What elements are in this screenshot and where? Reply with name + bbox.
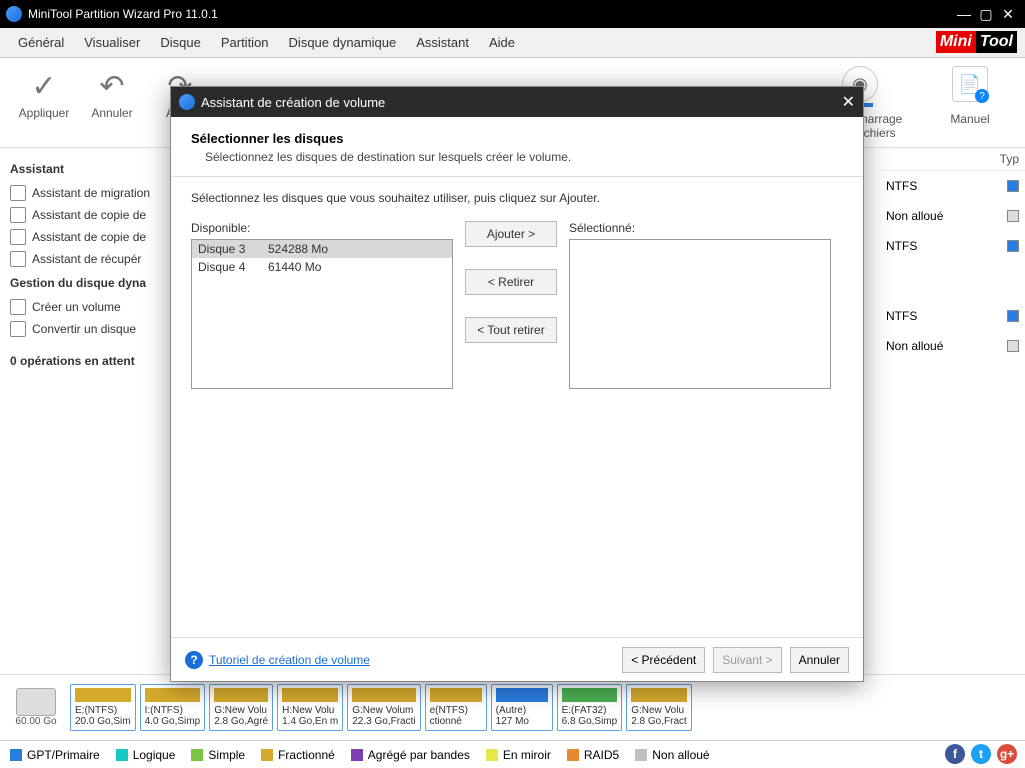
fs-label: Non alloué bbox=[886, 339, 943, 353]
color-swatch-icon bbox=[1007, 240, 1019, 252]
color-swatch-icon bbox=[1007, 340, 1019, 352]
disk-segment[interactable]: G:New Volu2.8 Go,Fract bbox=[626, 684, 692, 731]
menu-assistant[interactable]: Assistant bbox=[406, 31, 479, 54]
table-row[interactable]: NTFS bbox=[880, 301, 1025, 331]
partition-table-fragment: Typ NTFS Non alloué NTFS NTFS Non alloué bbox=[880, 148, 1025, 674]
dialog-icon bbox=[179, 94, 195, 110]
legend: GPT/Primaire Logique Simple Fractionné Agrég… bbox=[0, 740, 1025, 768]
maximize-button[interactable]: ▢ bbox=[975, 6, 997, 23]
question-icon: ? bbox=[185, 651, 203, 669]
undo-button[interactable]: ↶ Annuler bbox=[78, 66, 146, 120]
menu-partition[interactable]: Partition bbox=[211, 31, 279, 54]
legend-item: GPT/Primaire bbox=[10, 748, 100, 762]
disk-segment[interactable]: I:(NTFS)4.0 Go,Simp bbox=[140, 684, 206, 731]
selected-label: Sélectionné: bbox=[569, 221, 831, 235]
hdd-icon bbox=[16, 688, 56, 716]
disk-icon: 60.00 Go bbox=[6, 688, 66, 727]
disk-size: 60.00 Go bbox=[15, 716, 56, 727]
dialog-titlebar: Assistant de création de volume ✕ bbox=[171, 87, 863, 117]
menu-visualize[interactable]: Visualiser bbox=[74, 31, 150, 54]
logo-left: Mini bbox=[936, 31, 976, 53]
book-icon: 📄? bbox=[952, 66, 988, 102]
dialog-close-button[interactable]: ✕ bbox=[842, 92, 855, 112]
legend-item: RAID5 bbox=[567, 748, 619, 762]
next-button[interactable]: Suivant > bbox=[713, 647, 781, 673]
apply-label: Appliquer bbox=[19, 106, 70, 120]
col-type: Typ bbox=[880, 148, 1025, 171]
undo-icon: ↶ bbox=[99, 66, 124, 106]
legend-item: Logique bbox=[116, 748, 176, 762]
brand-logo: MiniTool bbox=[936, 28, 1017, 56]
menu-help[interactable]: Aide bbox=[479, 31, 525, 54]
window-titlebar: MiniTool Partition Wizard Pro 11.0.1 — ▢… bbox=[0, 0, 1025, 28]
cancel-button[interactable]: Annuler bbox=[790, 647, 849, 673]
menu-dynamic[interactable]: Disque dynamique bbox=[279, 31, 407, 54]
table-row[interactable]: NTFS bbox=[880, 171, 1025, 201]
legend-item: Agrégé par bandes bbox=[351, 748, 470, 762]
previous-button[interactable]: < Précédent bbox=[622, 647, 705, 673]
fs-label: NTFS bbox=[886, 239, 917, 253]
social-links: f t g+ bbox=[945, 744, 1017, 764]
table-row[interactable]: NTFS bbox=[880, 231, 1025, 261]
disk-segment[interactable]: E:(NTFS)20.0 Go,Sim bbox=[70, 684, 136, 731]
help-badge-icon: ? bbox=[975, 89, 989, 103]
tutorial-link[interactable]: Tutoriel de création de volume bbox=[209, 653, 370, 667]
undo-label: Annuler bbox=[91, 106, 132, 120]
remove-button[interactable]: < Retirer bbox=[465, 269, 557, 295]
gplus-icon[interactable]: g+ bbox=[997, 744, 1017, 764]
disk-segment[interactable]: G:New Volum22.3 Go,Fracti bbox=[347, 684, 420, 731]
list-item[interactable]: Disque 461440 Mo bbox=[192, 258, 452, 276]
fs-label: Non alloué bbox=[886, 209, 943, 223]
legend-item: Fractionné bbox=[261, 748, 335, 762]
legend-item: En miroir bbox=[486, 748, 551, 762]
manual-button[interactable]: 📄? Manuel bbox=[925, 66, 1015, 140]
help-link[interactable]: ? Tutoriel de création de volume bbox=[185, 651, 370, 669]
twitter-icon[interactable]: t bbox=[971, 744, 991, 764]
dialog-footer: ? Tutoriel de création de volume < Précé… bbox=[171, 637, 863, 681]
check-icon: ✓ bbox=[31, 66, 56, 106]
fs-label: NTFS bbox=[886, 179, 917, 193]
fs-label: NTFS bbox=[886, 309, 917, 323]
dialog-heading: Sélectionner les disques bbox=[191, 131, 843, 146]
disk-map: 60.00 Go E:(NTFS)20.0 Go,SimI:(NTFS)4.0 … bbox=[0, 674, 1025, 740]
add-button[interactable]: Ajouter > bbox=[465, 221, 557, 247]
disk-segment[interactable]: (Autre)127 Mo bbox=[491, 684, 553, 731]
available-label: Disponible: bbox=[191, 221, 453, 235]
menu-disk[interactable]: Disque bbox=[150, 31, 210, 54]
apply-button[interactable]: ✓ Appliquer bbox=[10, 66, 78, 120]
legend-item: Simple bbox=[191, 748, 245, 762]
disk-segment[interactable]: G:New Volu2.8 Go,Agré bbox=[209, 684, 273, 731]
color-swatch-icon bbox=[1007, 210, 1019, 222]
available-disks-listbox[interactable]: Disque 3524288 MoDisque 461440 Mo bbox=[191, 239, 453, 389]
disk-segment[interactable]: e(NTFS)ctionné bbox=[425, 684, 487, 731]
table-row[interactable]: Non alloué bbox=[880, 331, 1025, 361]
facebook-icon[interactable]: f bbox=[945, 744, 965, 764]
menu-general[interactable]: Général bbox=[8, 31, 74, 54]
dialog-subheading: Sélectionnez les disques de destination … bbox=[191, 150, 843, 164]
manual-label: Manuel bbox=[950, 112, 989, 126]
app-icon bbox=[6, 6, 22, 22]
dialog-header: Sélectionner les disques Sélectionnez le… bbox=[171, 117, 863, 177]
menubar: Général Visualiser Disque Partition Disq… bbox=[0, 28, 1025, 58]
list-item[interactable]: Disque 3524288 Mo bbox=[192, 240, 452, 258]
dialog-title: Assistant de création de volume bbox=[201, 95, 385, 110]
create-volume-wizard-dialog: Assistant de création de volume ✕ Sélect… bbox=[170, 86, 864, 682]
dialog-instruction: Sélectionnez les disques que vous souhai… bbox=[191, 191, 843, 205]
disk-segment[interactable]: H:New Volu1.4 Go,En m bbox=[277, 684, 343, 731]
color-swatch-icon bbox=[1007, 180, 1019, 192]
logo-right: Tool bbox=[976, 31, 1017, 53]
window-title: MiniTool Partition Wizard Pro 11.0.1 bbox=[28, 7, 218, 21]
minimize-button[interactable]: — bbox=[953, 6, 975, 22]
disk-segment[interactable]: E:(FAT32)6.8 Go,Simp bbox=[557, 684, 623, 731]
table-row[interactable]: Non alloué bbox=[880, 201, 1025, 231]
legend-item: Non alloué bbox=[635, 748, 709, 762]
color-swatch-icon bbox=[1007, 310, 1019, 322]
close-button[interactable]: ✕ bbox=[997, 6, 1019, 23]
remove-all-button[interactable]: < Tout retirer bbox=[465, 317, 557, 343]
selected-disks-listbox[interactable] bbox=[569, 239, 831, 389]
